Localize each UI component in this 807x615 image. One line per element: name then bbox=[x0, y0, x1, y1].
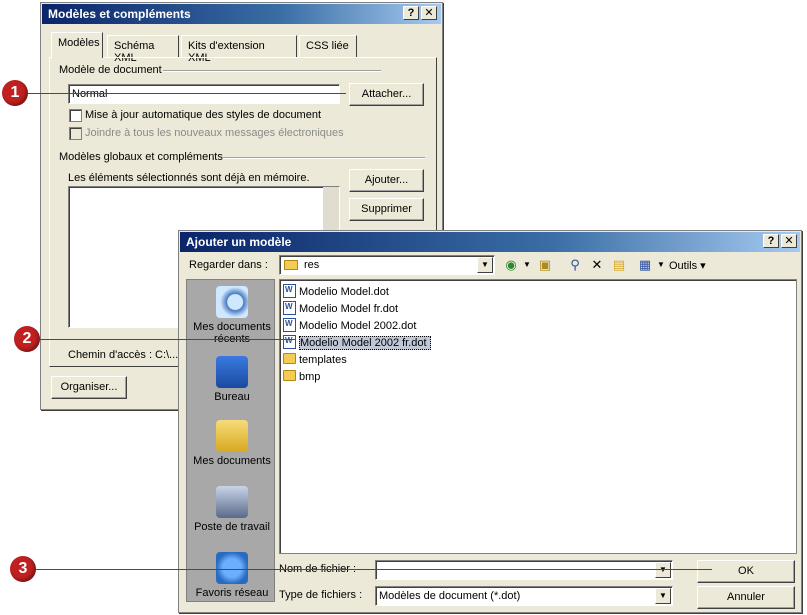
close-button[interactable]: ✕ bbox=[421, 6, 437, 20]
global-section-label: Modèles globaux et compléments bbox=[59, 151, 223, 163]
desktop-icon bbox=[216, 356, 248, 388]
folder-icon bbox=[283, 370, 296, 381]
up-folder-icon[interactable]: ▣ bbox=[535, 255, 555, 275]
filetype-select[interactable]: Modèles de document (*.dot) ▼ bbox=[375, 586, 673, 606]
chevron-down-icon[interactable]: ▼ bbox=[477, 257, 493, 273]
folder-icon bbox=[283, 353, 296, 364]
word-template-icon bbox=[283, 335, 296, 349]
attach-button[interactable]: Attacher... bbox=[349, 83, 424, 106]
my-computer-icon bbox=[216, 486, 248, 518]
look-in-label: Regarder dans : bbox=[189, 259, 268, 271]
places-bar: Mes documents récents Bureau Mes documen… bbox=[186, 279, 275, 602]
template-value: Normal bbox=[72, 88, 108, 100]
dialog-titlebar[interactable]: Modèles et compléments bbox=[42, 4, 441, 24]
place-network[interactable]: Favoris réseau bbox=[187, 552, 277, 599]
list-item[interactable]: Modelio Model fr.dot bbox=[283, 301, 398, 317]
file-list[interactable]: Modelio Model.dot Modelio Model fr.dot M… bbox=[279, 279, 797, 554]
callout-1: 1 bbox=[2, 80, 28, 106]
word-template-icon bbox=[283, 318, 296, 332]
tab-css[interactable]: CSS liée bbox=[299, 35, 357, 57]
word-template-icon bbox=[283, 284, 296, 298]
place-recent[interactable]: Mes documents récents bbox=[187, 286, 277, 345]
chevron-down-icon[interactable]: ▼ bbox=[655, 562, 671, 578]
list-item[interactable]: Modelio Model 2002.dot bbox=[283, 318, 416, 334]
delete-icon[interactable]: ✕ bbox=[587, 255, 607, 275]
dialog-title: Modèles et compléments bbox=[48, 7, 191, 21]
look-in-dropdown[interactable]: res ▼ bbox=[279, 255, 495, 275]
template-field[interactable]: Normal bbox=[68, 84, 340, 104]
filename-input[interactable]: ▼ bbox=[375, 560, 673, 580]
template-section-label: Modèle de document bbox=[59, 64, 162, 76]
tab-modeles[interactable]: Modèles bbox=[51, 32, 103, 58]
new-folder-icon[interactable]: ▤ bbox=[609, 255, 629, 275]
organize-button[interactable]: Organiser... bbox=[51, 376, 127, 399]
close-button[interactable]: ✕ bbox=[781, 234, 797, 248]
search-web-icon[interactable]: ⚲ bbox=[565, 255, 585, 275]
attach-email-label: Joindre à tous les nouveaux messages éle… bbox=[85, 127, 344, 139]
chevron-down-icon[interactable]: ▼ bbox=[655, 588, 671, 604]
filetype-label: Type de fichiers : bbox=[279, 589, 363, 601]
global-section-divider bbox=[223, 157, 425, 159]
look-in-value: res bbox=[304, 259, 320, 271]
callout-3: 3 bbox=[10, 556, 36, 582]
callout-2: 2 bbox=[14, 326, 40, 352]
network-places-icon bbox=[216, 552, 248, 584]
dialog-title: Ajouter un modèle bbox=[186, 235, 292, 249]
help-button[interactable]: ? bbox=[763, 234, 779, 248]
callout-3-leader bbox=[36, 569, 712, 570]
place-my-documents[interactable]: Mes documents bbox=[187, 420, 277, 467]
callout-2-leader bbox=[40, 339, 295, 340]
tab-xml-kits[interactable]: Kits d'extension XML bbox=[181, 35, 297, 64]
cancel-button[interactable]: Annuler bbox=[697, 586, 795, 609]
ok-button[interactable]: OK bbox=[697, 560, 795, 583]
loaded-note: Les éléments sélectionnés sont déjà en m… bbox=[68, 172, 310, 184]
attach-email-checkbox[interactable] bbox=[69, 127, 82, 140]
word-template-icon bbox=[283, 301, 296, 315]
path-label: Chemin d'accès : bbox=[68, 349, 153, 361]
folder-icon bbox=[284, 260, 298, 270]
callout-1-leader bbox=[28, 93, 346, 94]
my-documents-icon bbox=[216, 420, 248, 452]
tools-menu[interactable]: Outils ▾ bbox=[669, 259, 706, 272]
place-my-computer[interactable]: Poste de travail bbox=[187, 486, 277, 533]
views-dropdown-icon[interactable]: ▼ bbox=[651, 255, 671, 275]
add-template-dialog: Ajouter un modèle ? ✕ Regarder dans : re… bbox=[178, 230, 802, 613]
add-button[interactable]: Ajouter... bbox=[349, 169, 424, 192]
remove-button[interactable]: Supprimer bbox=[349, 198, 424, 221]
filetype-value: Modèles de document (*.dot) bbox=[379, 590, 521, 602]
template-section-divider bbox=[163, 70, 381, 72]
place-desktop[interactable]: Bureau bbox=[187, 356, 277, 403]
list-item[interactable]: templates bbox=[283, 352, 347, 368]
auto-update-checkbox[interactable] bbox=[69, 109, 82, 122]
list-item[interactable]: bmp bbox=[283, 369, 320, 385]
back-dropdown-icon[interactable]: ▼ bbox=[517, 255, 537, 275]
help-button[interactable]: ? bbox=[403, 6, 419, 20]
recent-documents-icon bbox=[216, 286, 248, 318]
path-value: C:\... bbox=[155, 349, 179, 361]
tab-schema-xml[interactable]: Schéma XML bbox=[107, 35, 179, 64]
dialog-titlebar[interactable]: Ajouter un modèle bbox=[180, 232, 800, 252]
list-item[interactable]: Modelio Model.dot bbox=[283, 284, 389, 300]
list-item-selected[interactable]: Modelio Model 2002 fr.dot bbox=[283, 335, 431, 351]
auto-update-label: Mise à jour automatique des styles de do… bbox=[85, 109, 322, 121]
